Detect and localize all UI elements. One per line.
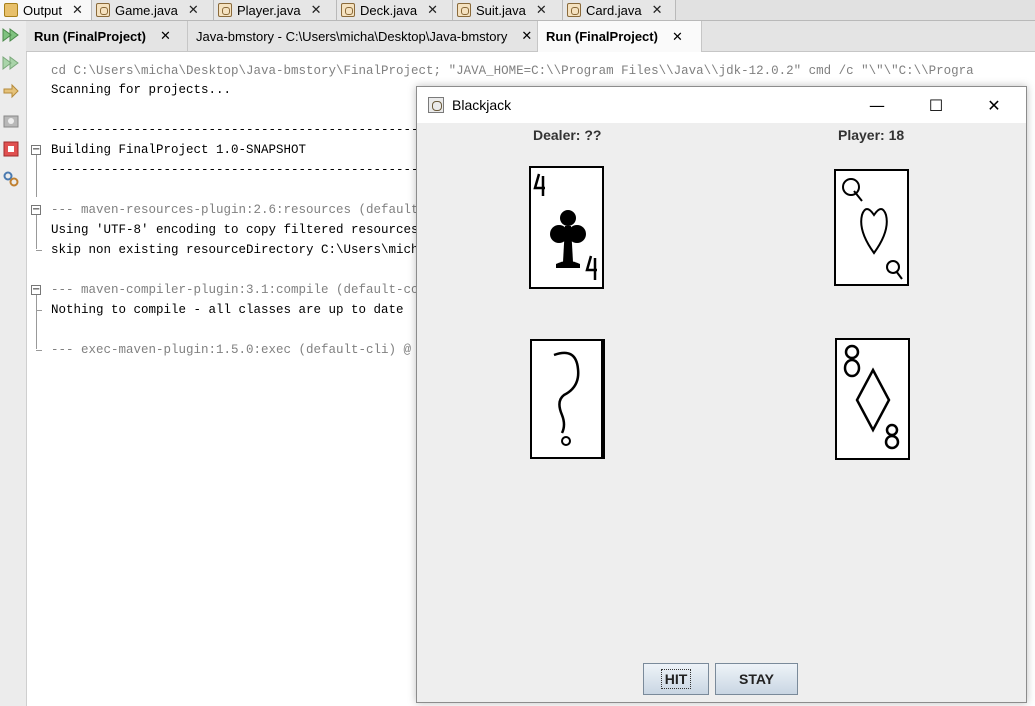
game-panel: Dealer: ?? Player: 18 HIT STAY [417,123,1026,702]
fold-guide [36,155,37,197]
console-line: Using 'UTF-8' encoding to copy filtered … [51,223,427,237]
rank-8-glyph [884,423,900,450]
close-icon[interactable]: ✕ [188,2,199,18]
tab-label: Java-bmstory - C:\Users\micha\Desktop\Ja… [196,28,508,44]
rank-4-glyph [585,255,597,280]
close-icon[interactable]: ✕ [672,29,683,45]
step-arrow-icon[interactable] [2,82,20,100]
tab-label: Game.java [115,2,178,18]
tab-run-finalproject[interactable]: Run (FinalProject) ✕ [26,21,188,51]
rerun-with-params-icon[interactable] [2,54,20,72]
java-file-icon [218,3,232,17]
player-card-q-of-hearts [834,169,909,286]
rank-8-glyph [843,344,861,378]
close-icon[interactable]: ✕ [536,2,547,18]
console-line: Scanning for projects... [51,83,232,97]
tab-java-bmstory[interactable]: Java-bmstory - C:\Users\micha\Desktop\Ja… [188,21,538,51]
rank-4-glyph [533,173,545,196]
tab-label: Deck.java [360,2,418,18]
fold-toggle-icon[interactable]: − [31,285,41,295]
fold-toggle-icon[interactable]: − [31,205,41,215]
dealer-score: Dealer: ?? [533,127,602,143]
tab-player-java[interactable]: Player.java ✕ [214,0,337,20]
close-icon[interactable]: ✕ [72,2,83,18]
tab-deck-java[interactable]: Deck.java ✕ [337,0,453,20]
close-icon[interactable]: ✕ [652,2,663,18]
diamond-suit-icon [855,367,891,433]
java-file-icon [96,3,110,17]
console-line: Nothing to compile - all classes are up … [51,303,404,317]
tab-game-java[interactable]: Game.java ✕ [92,0,214,20]
console-line: cd C:\Users\micha\Desktop\Java-bmstory\F… [51,64,974,78]
question-mark-glyph [553,351,580,434]
window-title: Blackjack [452,97,512,113]
fold-toggle-icon[interactable]: − [31,145,41,155]
debug-icon[interactable] [2,112,20,130]
stay-button-label: STAY [738,671,774,687]
tab-label: Output [23,2,63,18]
tab-label: Card.java [586,2,642,18]
java-app-icon [428,97,444,113]
dealer-card-4-of-clubs [529,166,604,289]
hit-button-label: HIT [660,669,692,689]
close-icon[interactable]: ✕ [160,28,171,44]
java-file-icon [341,3,355,17]
blackjack-window: Blackjack — ☐ ✕ Dealer: ?? Player: 18 HI… [416,86,1027,703]
question-dot-glyph [561,436,571,446]
output-tab-bar: Run (FinalProject) ✕ Java-bmstory - C:\U… [26,21,1035,52]
fold-guide [36,350,42,351]
tab-label: Run (FinalProject) [546,29,658,44]
tab-suit-java[interactable]: Suit.java ✕ [453,0,563,20]
settings-icon[interactable] [2,170,20,188]
fold-guide [36,215,37,249]
close-button[interactable]: ✕ [971,87,1017,123]
java-file-icon [567,3,581,17]
stay-button[interactable]: STAY [715,663,798,695]
editor-tab-bar: Output ✕ Game.java ✕ Player.java ✕ Deck.… [0,0,1035,21]
tab-label: Player.java [237,2,301,18]
stop-icon[interactable] [2,140,20,158]
maximize-button[interactable]: ☐ [913,87,959,123]
window-titlebar[interactable]: Blackjack — ☐ ✕ [417,87,1026,123]
tab-label: Run (FinalProject) [34,28,146,44]
rank-q-glyph [886,260,903,280]
close-icon[interactable]: ✕ [521,28,532,44]
minimize-button[interactable]: — [854,87,900,123]
fold-guide [36,310,42,311]
tab-run-finalproject-active[interactable]: Run (FinalProject) ✕ [538,21,702,52]
java-file-icon [457,3,471,17]
rerun-icon[interactable] [2,26,20,44]
dealer-card-hidden [530,339,605,459]
fold-guide [36,250,42,251]
tab-label: Suit.java [476,2,526,18]
tab-card-java[interactable]: Card.java ✕ [563,0,676,20]
player-score: Player: 18 [838,127,905,143]
output-icon [4,3,18,17]
console-line: Building FinalProject 1.0-SNAPSHOT [51,143,307,157]
close-icon[interactable]: ✕ [311,2,322,18]
output-toolbar [0,21,27,706]
player-card-8-of-diamonds [835,338,910,460]
club-suit-icon [550,210,586,268]
hit-button[interactable]: HIT [643,663,709,695]
close-icon[interactable]: ✕ [427,2,438,18]
heart-suit-icon [860,208,888,255]
rank-q-glyph [842,178,863,202]
fold-guide [36,295,37,349]
tab-output[interactable]: Output ✕ [0,0,92,20]
